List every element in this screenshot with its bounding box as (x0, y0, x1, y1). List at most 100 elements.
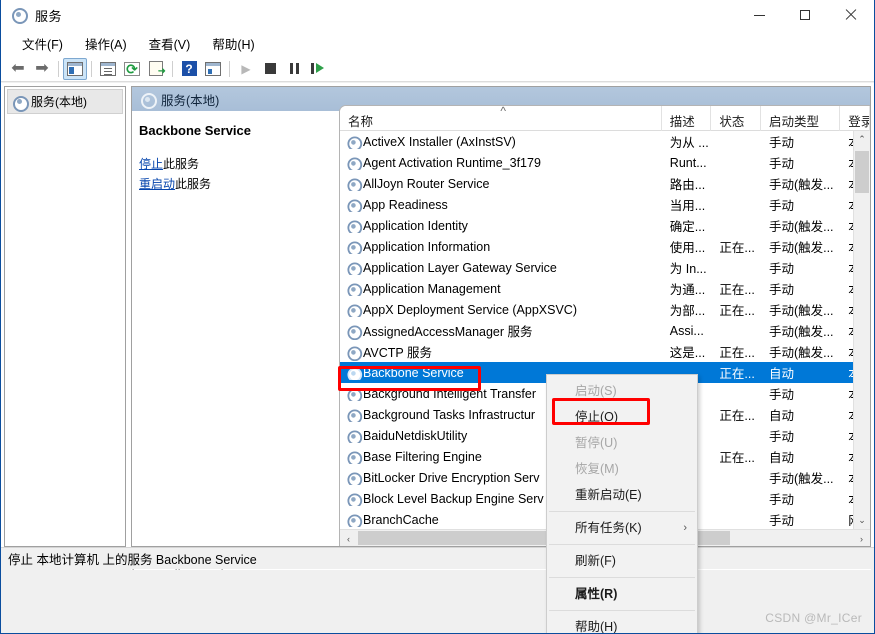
minimize-button[interactable] (736, 0, 782, 30)
restart-service-link-suffix: 此服务 (175, 177, 212, 191)
list-column-header-name[interactable]: 名称 (340, 106, 662, 131)
context-menu-item: 恢复(M) (547, 456, 697, 482)
cell-status: 正在... (719, 367, 755, 381)
service-name-label: BranchCache (363, 512, 439, 527)
restart-service-button[interactable] (306, 58, 330, 80)
table-row[interactable]: Application Information 使用... 正在... 手动(触发..… (340, 236, 870, 257)
table-row[interactable]: Agent Activation Runtime_3f179Runt...手动本… (340, 152, 870, 173)
service-name-label: Backbone Service (363, 365, 464, 380)
scroll-down-button[interactable]: ⌄ (854, 512, 870, 529)
restart-icon (311, 63, 325, 74)
cell-name: Application Identity (340, 219, 662, 233)
vertical-scrollbar[interactable]: ⌃ ⌄ (853, 131, 870, 529)
cell-startup: 手动 (768, 157, 794, 171)
cell-status: 正在... (719, 241, 755, 255)
cell-startup: 手动 (768, 199, 794, 213)
context-menu-item[interactable]: 所有任务(K) › (547, 515, 697, 541)
show-detail-pane-button[interactable] (201, 58, 225, 80)
cell-status: 正在... (719, 283, 755, 297)
table-row[interactable]: Application Management为通...正在...手动本地 (340, 278, 870, 299)
cell-name: Agent Activation Runtime_3f179 (340, 156, 662, 170)
maximize-icon (800, 10, 810, 20)
menu-help[interactable]: 帮助(H) (201, 31, 265, 56)
detail-pane: 服务(本地) Backbone Service 停止此服务 重启动此服务 名称描… (131, 86, 871, 547)
services-app-icon (11, 7, 28, 24)
refresh-button[interactable]: ⟳ (120, 58, 144, 80)
stop-service-button[interactable] (258, 58, 282, 80)
context-menu-item[interactable]: 重新启动(E) (547, 482, 697, 508)
forward-button[interactable]: ➡ (30, 58, 54, 80)
properties-button[interactable] (96, 58, 120, 80)
toolbar-separator-3 (172, 60, 173, 77)
cell-description: 路由... (669, 178, 706, 192)
cell-name: App Readiness (340, 198, 662, 212)
scroll-up-button[interactable]: ⌃ (854, 131, 870, 148)
context-menu-item-label: 所有任务(K) (575, 521, 642, 535)
context-menu-item[interactable]: 刷新(F) (547, 548, 697, 574)
scroll-left-button[interactable]: ‹ (340, 530, 357, 546)
table-row[interactable]: Application Layer Gateway Service 为 In...… (340, 257, 870, 278)
context-menu-item[interactable]: 停止(O) (547, 404, 697, 430)
cell-name: AllJoyn Router Service (340, 177, 662, 191)
vertical-scroll-thumb[interactable] (855, 151, 869, 193)
cell-description: 为 In... (669, 262, 707, 276)
menu-action[interactable]: 操作(A) (74, 31, 138, 56)
tree-item-services-local[interactable]: 服务(本地) (7, 89, 123, 114)
gear-icon (347, 472, 363, 485)
scroll-right-button[interactable]: › (853, 530, 870, 546)
context-menu-item[interactable]: 属性(R) (547, 581, 697, 607)
toolbar-separator-4 (229, 60, 230, 77)
list-column-header-status[interactable]: 状态 (711, 106, 761, 131)
cell-startup: 手动 (768, 493, 794, 507)
show-hide-tree-button[interactable] (63, 57, 87, 80)
table-row[interactable]: Application Identity确定...手动(触发...本地 (340, 215, 870, 236)
table-row[interactable]: ActiveX Installer (AxInstSV)为从 ...手动本地 (340, 131, 870, 152)
pause-service-button[interactable] (282, 58, 306, 80)
list-column-header-startup[interactable]: 启动类型 (761, 106, 841, 131)
window-controls (736, 0, 874, 30)
window-title: 服务 (35, 8, 63, 24)
console-tree-pane: 服务(本地) (4, 86, 126, 547)
table-row[interactable]: App Readiness当用...手动本地 (340, 194, 870, 215)
menu-file[interactable]: 文件(F) (11, 31, 74, 56)
menu-view[interactable]: 查看(V) (138, 31, 202, 56)
service-name-label: BitLocker Drive Encryption Serv (363, 470, 540, 485)
maximize-button[interactable] (782, 0, 828, 30)
title-bar: 服务 (1, 0, 874, 30)
back-button[interactable]: ⬅ (6, 58, 30, 80)
list-column-header-description[interactable]: 描述 (662, 106, 712, 131)
close-button[interactable] (828, 0, 874, 30)
context-menu-item: 暂停(U) (547, 430, 697, 456)
detail-pane-title: 服务(本地) (161, 93, 220, 108)
list-column-header-logon[interactable]: 登录 (840, 106, 870, 131)
context-menu-item-label: 停止(O) (575, 410, 619, 424)
export-list-icon (149, 61, 166, 77)
show-detail-pane-icon (205, 61, 221, 76)
forward-icon: ➡ (35, 59, 49, 77)
export-list-button[interactable] (144, 58, 168, 80)
help-button[interactable]: ? (177, 58, 201, 80)
services-window: 服务 文件(F) 操作(A) 查看(V) 帮助(H) ⬅ ➡ ⟳ ? (0, 0, 875, 634)
close-icon (845, 9, 857, 21)
gear-icon (347, 388, 363, 401)
menu-bar: 文件(F) 操作(A) 查看(V) 帮助(H) (1, 30, 874, 56)
gear-icon (347, 409, 363, 422)
restart-service-link[interactable]: 重启动 (139, 177, 175, 191)
cell-startup: 自动 (768, 367, 794, 381)
table-row[interactable]: AVCTP 服务这是...正在...手动(触发...本地 (340, 341, 870, 362)
table-row[interactable]: AssignedAccessManager 服务Assi...手动(触发...本… (340, 320, 870, 341)
cell-startup: 手动 (768, 388, 794, 402)
service-name-label: AVCTP 服务 (363, 346, 432, 360)
refresh-icon: ⟳ (124, 61, 140, 76)
stop-service-link[interactable]: 停止 (139, 157, 163, 171)
gear-icon (347, 220, 363, 233)
cell-startup: 手动(触发... (768, 325, 834, 339)
cell-startup: 手动(触发... (768, 472, 834, 486)
gear-icon (347, 514, 363, 527)
cell-name: Application Management (340, 282, 662, 296)
context-menu-item[interactable]: 帮助(H) (547, 614, 697, 633)
gear-icon (347, 304, 363, 317)
table-row[interactable]: AppX Deployment Service (AppXSVC) 为部... 正在… (340, 299, 870, 320)
start-service-button[interactable]: ▶ (234, 58, 258, 80)
table-row[interactable]: AllJoyn Router Service路由...手动(触发...本地 (340, 173, 870, 194)
